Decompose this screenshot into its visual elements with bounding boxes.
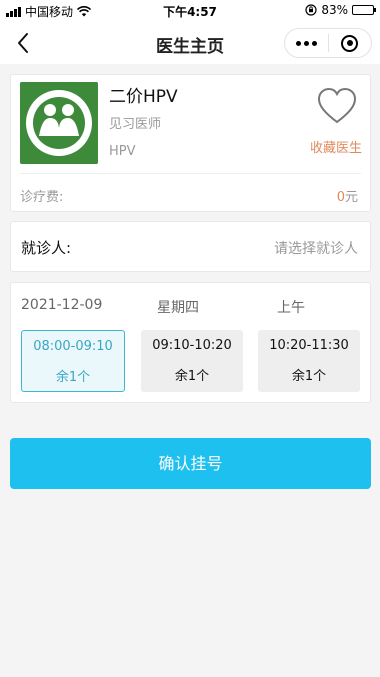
fee-label: 诊疗费: xyxy=(20,190,64,205)
battery-icon xyxy=(352,5,376,15)
time-slot-3[interactable]: 10:20-11:30 余1个 xyxy=(258,330,360,392)
heart-icon[interactable] xyxy=(317,87,357,125)
svg-text:EPI: EPI xyxy=(50,139,68,150)
confirm-registration-button[interactable]: 确认挂号 xyxy=(10,438,371,489)
status-right: 83% xyxy=(305,3,376,17)
patient-selector[interactable]: 就诊人: 请选择就诊人 xyxy=(10,221,371,272)
battery-percent: 83% xyxy=(321,3,348,17)
close-mini-program-icon[interactable] xyxy=(329,34,372,52)
doctor-specialty: HPV xyxy=(109,144,136,159)
navigation-bar: 医生主页 xyxy=(0,22,380,64)
fee-value: 0元 xyxy=(337,186,358,205)
doctor-title: 见习医师 xyxy=(109,117,162,132)
status-bar: 中国移动 下午4:57 83% xyxy=(0,0,380,22)
mini-program-capsule xyxy=(284,28,372,58)
time-slot-1[interactable]: 08:00-09:10 余1个 xyxy=(21,330,125,392)
more-options-icon[interactable] xyxy=(285,40,328,46)
fee-amount: 0 xyxy=(336,190,345,205)
doctor-info-card: EPI 二价HPV 见习医师 HPV 收藏医生 诊疗费: 0元 xyxy=(10,74,371,212)
time-slot-time: 10:20-11:30 xyxy=(269,338,349,353)
time-slot-time: 08:00-09:10 xyxy=(33,339,113,354)
doctor-avatar-logo: EPI xyxy=(20,82,98,164)
schedule-weekday: 星期四 xyxy=(157,300,199,316)
time-slot-remaining: 余1个 xyxy=(55,370,91,385)
time-slot-2[interactable]: 09:10-10:20 余1个 xyxy=(141,330,243,392)
schedule-card: 2021-12-09 星期四 上午 08:00-09:10 余1个 09:10-… xyxy=(10,282,371,403)
schedule-period: 上午 xyxy=(277,300,305,316)
patient-label: 就诊人: xyxy=(21,239,72,257)
doctor-name: 二价HPV xyxy=(109,87,178,107)
time-slot-remaining: 余1个 xyxy=(291,369,327,384)
schedule-date: 2021-12-09 xyxy=(21,297,103,313)
divider xyxy=(20,173,361,174)
orientation-lock-icon xyxy=(305,4,317,16)
time-slot-remaining: 余1个 xyxy=(174,369,210,384)
select-patient-placeholder[interactable]: 请选择就诊人 xyxy=(274,238,358,258)
fee-unit: 元 xyxy=(344,190,358,205)
favorite-doctor-button[interactable]: 收藏医生 xyxy=(310,137,362,156)
time-slot-time: 09:10-10:20 xyxy=(152,338,232,353)
